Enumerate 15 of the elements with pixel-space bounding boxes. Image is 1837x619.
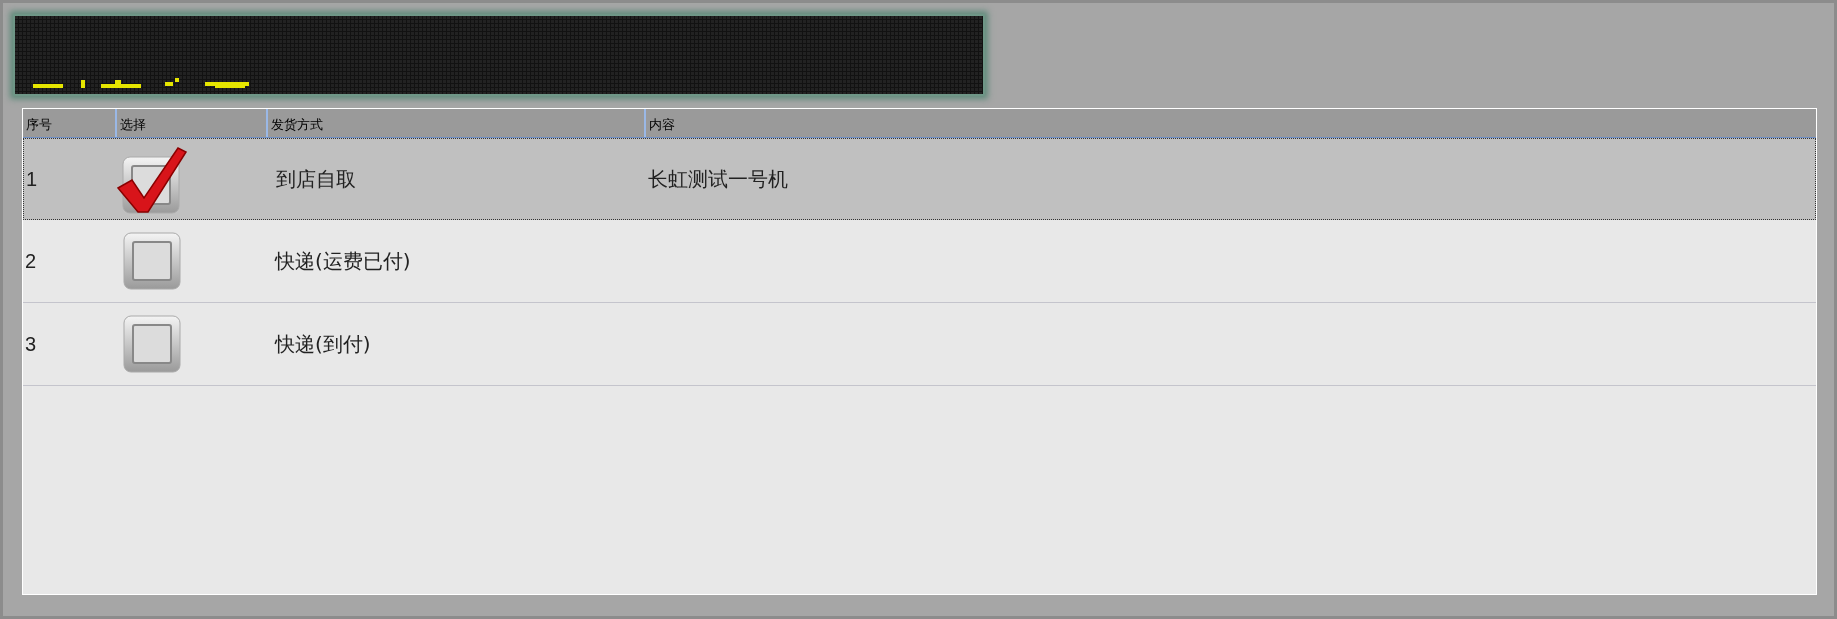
checkbox[interactable] bbox=[121, 313, 183, 375]
row-number: 1 bbox=[25, 167, 38, 191]
table-cell-text: 快递(到付) bbox=[273, 330, 371, 358]
checked-checkbox[interactable] bbox=[116, 144, 188, 214]
checkbox[interactable] bbox=[121, 230, 183, 292]
row-number: 3 bbox=[24, 332, 37, 356]
column-header: 内容 bbox=[649, 116, 675, 134]
table-row[interactable]: 1 到店自取 长虹测试一号机 bbox=[23, 138, 1816, 220]
table-cell-text: 长虹测试一号机 bbox=[647, 165, 788, 193]
column-header: 序号 bbox=[26, 116, 52, 134]
row-number: 2 bbox=[24, 249, 37, 273]
column-header: 发货方式 bbox=[271, 116, 323, 134]
column-header: 选择 bbox=[120, 116, 146, 134]
table-cell-text: 快递(运费已付) bbox=[273, 247, 411, 275]
table-cell-text: 到店自取 bbox=[275, 165, 356, 193]
